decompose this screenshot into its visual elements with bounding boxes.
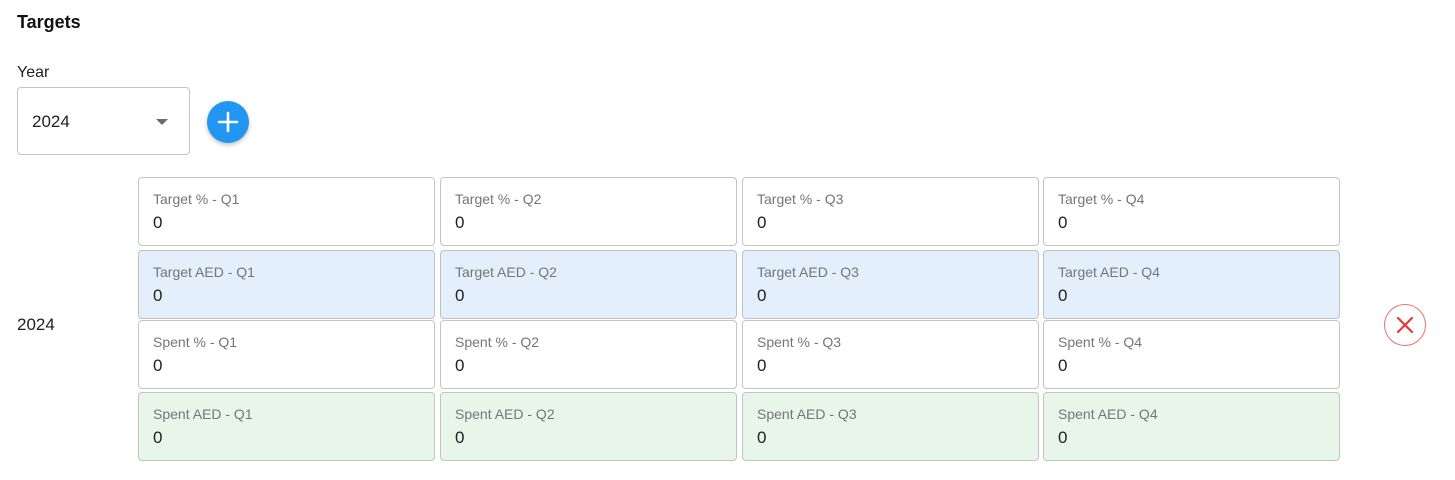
spent-pct-q2-field[interactable]: Spent % - Q2 0 [440,320,737,389]
target-pct-q1-field[interactable]: Target % - Q1 0 [138,177,435,246]
field-label: Target AED - Q3 [757,264,859,280]
field-value: 0 [1058,286,1068,305]
add-year-button[interactable] [207,101,249,143]
target-pct-q2-field[interactable]: Target % - Q2 0 [440,177,737,246]
close-icon [1396,316,1414,334]
spent-aed-q1-field[interactable]: Spent AED - Q1 0 [138,392,435,461]
field-label: Spent AED - Q4 [1058,406,1158,422]
field-value: 0 [757,213,767,232]
target-pct-q4-field[interactable]: Target % - Q4 0 [1043,177,1340,246]
field-value: 0 [153,428,163,447]
field-label: Target AED - Q2 [455,264,557,280]
section-title: Targets [17,12,81,32]
field-value: 0 [757,356,767,375]
year-select-label: Year [17,64,50,81]
field-label: Target % - Q4 [1058,191,1145,207]
spent-aed-q3-field[interactable]: Spent AED - Q3 0 [742,392,1039,461]
plus-icon [217,111,239,133]
spent-pct-q1-field[interactable]: Spent % - Q1 0 [138,320,435,389]
target-aed-q2-field[interactable]: Target AED - Q2 0 [440,250,737,319]
field-label: Target % - Q3 [757,191,844,207]
target-aed-q1-field[interactable]: Target AED - Q1 0 [138,250,435,319]
field-value: 0 [455,213,465,232]
target-aed-q4-field[interactable]: Target AED - Q4 0 [1043,250,1340,319]
field-label: Target % - Q1 [153,191,240,207]
spent-aed-q4-field[interactable]: Spent AED - Q4 0 [1043,392,1340,461]
chevron-down-icon [156,119,168,125]
field-label: Spent % - Q4 [1058,334,1143,350]
field-label: Spent % - Q3 [757,334,842,350]
field-label: Spent AED - Q2 [455,406,555,422]
target-aed-q3-field[interactable]: Target AED - Q3 0 [742,250,1039,319]
remove-year-button[interactable] [1384,304,1426,346]
field-label: Spent AED - Q3 [757,406,857,422]
field-label: Target AED - Q1 [153,264,255,280]
field-label: Spent % - Q1 [153,334,238,350]
field-label: Spent % - Q2 [455,334,540,350]
year-select[interactable]: 2024 [17,87,190,155]
spent-aed-q2-field[interactable]: Spent AED - Q2 0 [440,392,737,461]
field-value: 0 [1058,428,1068,447]
year-select-value: 2024 [32,112,70,131]
field-label: Target % - Q2 [455,191,542,207]
field-value: 0 [455,286,465,305]
target-pct-q3-field[interactable]: Target % - Q3 0 [742,177,1039,246]
field-label: Target AED - Q4 [1058,264,1160,280]
field-value: 0 [1058,213,1068,232]
field-value: 0 [455,428,465,447]
field-value: 0 [153,286,163,305]
field-value: 0 [455,356,465,375]
spent-pct-q4-field[interactable]: Spent % - Q4 0 [1043,320,1340,389]
field-value: 0 [153,213,163,232]
field-value: 0 [757,428,767,447]
field-value: 0 [757,286,767,305]
row-year-label: 2024 [17,315,55,334]
spent-pct-q3-field[interactable]: Spent % - Q3 0 [742,320,1039,389]
field-value: 0 [1058,356,1068,375]
field-value: 0 [153,356,163,375]
field-label: Spent AED - Q1 [153,406,253,422]
targets-page: Targets Year 2024 2024 Target % - Q1 0 T… [0,0,1455,480]
